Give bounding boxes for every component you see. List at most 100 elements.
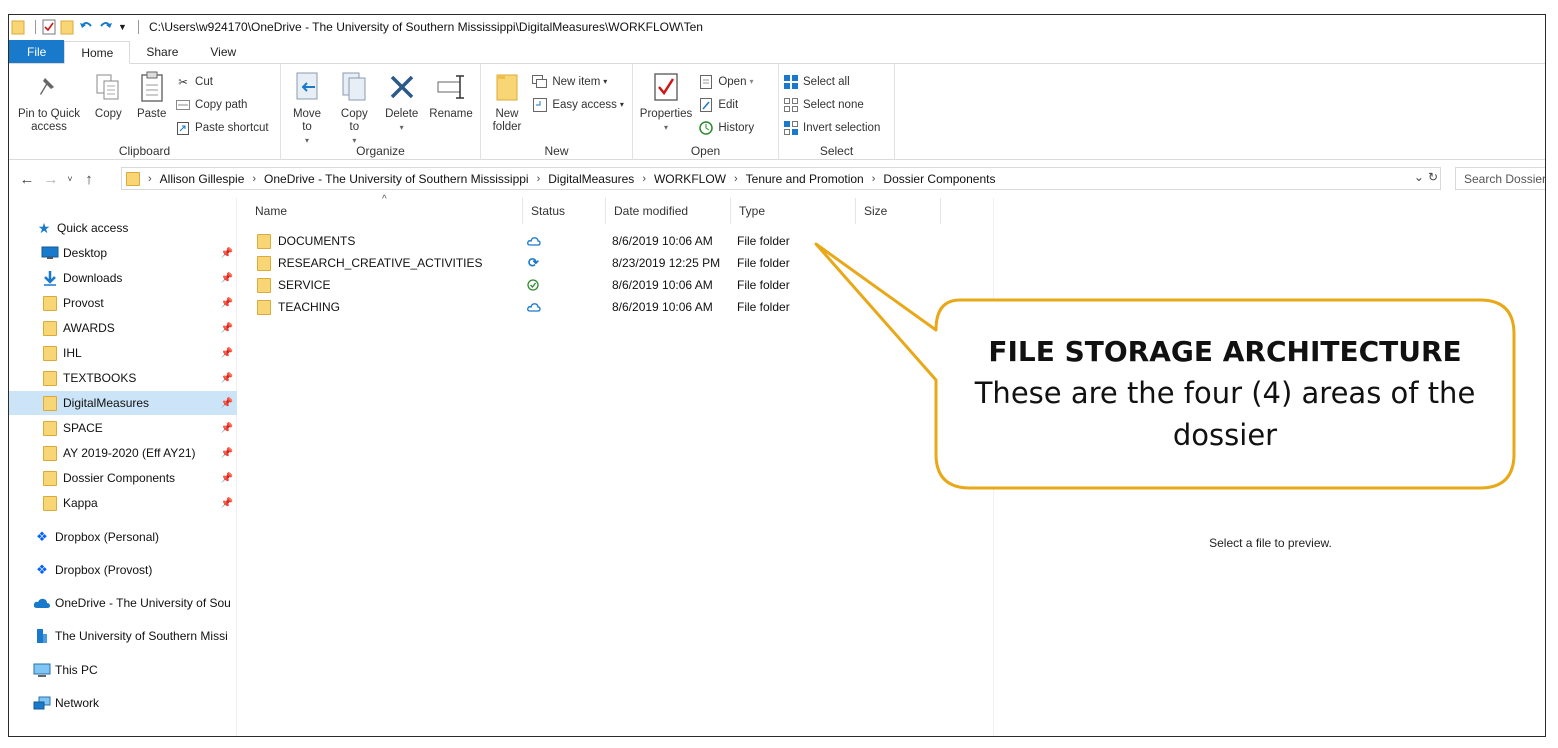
pin-icon[interactable]: 📌 bbox=[221, 398, 233, 409]
column-header-size[interactable]: Size bbox=[856, 198, 941, 224]
pin-icon[interactable]: 📌 bbox=[221, 248, 233, 259]
nav-item-network[interactable]: Network bbox=[9, 691, 237, 715]
folder-icon bbox=[41, 420, 59, 436]
history-label: History bbox=[718, 121, 755, 134]
breadcrumb-allison-gillespie[interactable]: Allison Gillespie bbox=[160, 172, 245, 186]
pin-icon[interactable]: 📌 bbox=[221, 473, 233, 484]
select-group-label: Select bbox=[819, 144, 854, 158]
cut-button[interactable]: ✂ Cut bbox=[175, 70, 269, 93]
open-label: Open bbox=[718, 75, 747, 88]
pin-icon[interactable]: 📌 bbox=[221, 273, 233, 284]
customize-toolbar-icon[interactable]: ▼ bbox=[118, 19, 128, 35]
tab-view[interactable]: View bbox=[194, 40, 252, 63]
properties-button[interactable]: Properties ▾ bbox=[637, 68, 695, 136]
file-row[interactable]: DOCUMENTS 8/6/2019 10:06 AM File folder bbox=[247, 230, 993, 252]
delete-button[interactable]: Delete ▾ bbox=[380, 68, 424, 136]
breadcrumb-onedrive[interactable]: OneDrive - The University of Southern Mi… bbox=[264, 172, 529, 186]
undo-icon[interactable] bbox=[78, 19, 94, 35]
delete-label: Delete bbox=[385, 108, 419, 120]
breadcrumb-workflow[interactable]: WORKFLOW bbox=[654, 172, 726, 186]
nav-item-awards[interactable]: AWARDS 📌 bbox=[9, 316, 237, 340]
redo-icon[interactable] bbox=[98, 19, 114, 35]
select-all-button[interactable]: Select all bbox=[783, 70, 880, 93]
file-row[interactable]: SERVICE 8/6/2019 10:06 AM File folder bbox=[247, 274, 993, 296]
refresh-icon[interactable]: ↻ bbox=[1428, 170, 1438, 184]
chevron-right-icon: › bbox=[733, 172, 738, 185]
new-folder-quick-icon[interactable] bbox=[60, 19, 74, 35]
new-folder-button[interactable]: New folder bbox=[485, 68, 529, 136]
tab-home[interactable]: Home bbox=[64, 41, 131, 64]
search-input[interactable]: Search Dossier bbox=[1455, 167, 1545, 190]
nav-item-dropbox-personal[interactable]: ❖ Dropbox (Personal) bbox=[9, 525, 237, 549]
tab-share[interactable]: Share bbox=[130, 40, 194, 63]
edit-icon bbox=[698, 97, 714, 113]
folder-icon bbox=[41, 345, 59, 361]
new-item-button[interactable]: New item ▾ bbox=[532, 70, 624, 93]
select-none-button[interactable]: Select none bbox=[783, 93, 880, 116]
clipboard-small-buttons: ✂ Cut Copy path Paste shortcut bbox=[175, 68, 269, 139]
history-button[interactable]: History bbox=[698, 116, 754, 139]
address-bar[interactable]: › Allison Gillespie › OneDrive - The Uni… bbox=[121, 167, 1441, 190]
edit-button[interactable]: Edit bbox=[698, 93, 754, 116]
properties-icon bbox=[650, 70, 682, 104]
nav-item-this-pc[interactable]: This PC bbox=[9, 658, 237, 682]
pin-icon[interactable]: 📌 bbox=[221, 298, 233, 309]
move-to-button[interactable]: Move to ▾ bbox=[285, 68, 329, 149]
nav-item-kappa[interactable]: Kappa 📌 bbox=[9, 491, 237, 515]
nav-item-digitalmeasures[interactable]: DigitalMeasures 📌 bbox=[9, 391, 237, 415]
pin-icon[interactable]: 📌 bbox=[221, 348, 233, 359]
up-arrow-icon[interactable]: ↑ bbox=[77, 171, 101, 188]
nav-item-ihl[interactable]: IHL 📌 bbox=[9, 341, 237, 365]
chevron-down-icon[interactable]: ⌄ bbox=[1414, 170, 1424, 184]
breadcrumb-dossier-components[interactable]: Dossier Components bbox=[883, 172, 995, 186]
breadcrumb-tenure-promotion[interactable]: Tenure and Promotion bbox=[746, 172, 864, 186]
invert-selection-button[interactable]: Invert selection bbox=[783, 116, 880, 139]
select-group: Select all Select none Invert selection … bbox=[779, 64, 895, 160]
window-title: C:\Users\w924170\OneDrive - The Universi… bbox=[149, 20, 703, 34]
properties-quick-icon[interactable] bbox=[42, 19, 56, 35]
nav-item-ay-2019-2020[interactable]: AY 2019-2020 (Eff AY21) 📌 bbox=[9, 441, 237, 465]
breadcrumb-digitalmeasures[interactable]: DigitalMeasures bbox=[548, 172, 634, 186]
pin-icon[interactable]: 📌 bbox=[221, 498, 233, 509]
nav-item-provost[interactable]: Provost 📌 bbox=[9, 291, 237, 315]
nav-item-desktop[interactable]: Desktop 📌 bbox=[9, 241, 237, 265]
pin-icon[interactable]: 📌 bbox=[221, 323, 233, 334]
nav-item-usm[interactable]: The University of Southern Missi bbox=[9, 624, 237, 648]
tab-file[interactable]: File bbox=[9, 40, 65, 63]
nav-item-downloads[interactable]: Downloads 📌 bbox=[9, 266, 237, 290]
copy-to-icon bbox=[338, 70, 370, 104]
nav-label: Kappa bbox=[63, 496, 98, 510]
copy-button[interactable]: Copy bbox=[88, 68, 128, 123]
paste-icon bbox=[136, 70, 168, 104]
back-arrow-icon[interactable]: ← bbox=[15, 171, 39, 188]
pin-icon[interactable]: 📌 bbox=[221, 373, 233, 384]
pin-quick-access-button[interactable]: Pin to Quick access bbox=[13, 68, 85, 136]
nav-item-dossier-components[interactable]: Dossier Components 📌 bbox=[9, 466, 237, 490]
paste-shortcut-button[interactable]: Paste shortcut bbox=[175, 116, 269, 139]
open-button[interactable]: Open ▾ bbox=[698, 70, 754, 93]
column-header-date-modified[interactable]: Date modified bbox=[606, 198, 731, 224]
pin-icon[interactable]: 📌 bbox=[221, 448, 233, 459]
nav-item-dropbox-provost[interactable]: ❖ Dropbox (Provost) bbox=[9, 558, 237, 582]
nav-quick-access[interactable]: ★ Quick access bbox=[9, 216, 237, 240]
pin-icon[interactable]: 📌 bbox=[221, 423, 233, 434]
recent-locations-chevron-icon[interactable]: ˅ bbox=[63, 174, 77, 184]
dropbox-icon: ❖ bbox=[36, 562, 48, 577]
column-header-name[interactable]: Name bbox=[247, 198, 523, 224]
nav-item-space[interactable]: SPACE 📌 bbox=[9, 416, 237, 440]
file-row[interactable]: RESEARCH_CREATIVE_ACTIVITIES ⟳ 8/23/2019… bbox=[247, 252, 993, 274]
select-none-icon bbox=[783, 97, 799, 113]
paste-button[interactable]: Paste bbox=[132, 68, 172, 123]
easy-access-button[interactable]: Easy access ▾ bbox=[532, 93, 624, 116]
column-header-status[interactable]: Status bbox=[523, 198, 606, 224]
column-header-type[interactable]: Type bbox=[731, 198, 856, 224]
copy-path-button[interactable]: Copy path bbox=[175, 93, 269, 116]
invert-selection-icon bbox=[783, 120, 799, 136]
rename-button[interactable]: Rename bbox=[427, 68, 475, 123]
file-row[interactable]: TEACHING 8/6/2019 10:06 AM File folder bbox=[247, 296, 993, 318]
nav-item-onedrive[interactable]: OneDrive - The University of Sou bbox=[9, 591, 237, 615]
copy-to-button[interactable]: Copy to ▾ bbox=[332, 68, 376, 149]
nav-item-textbooks[interactable]: TEXTBOOKS 📌 bbox=[9, 366, 237, 390]
forward-arrow-icon[interactable]: → bbox=[39, 171, 63, 188]
divider bbox=[35, 20, 36, 34]
